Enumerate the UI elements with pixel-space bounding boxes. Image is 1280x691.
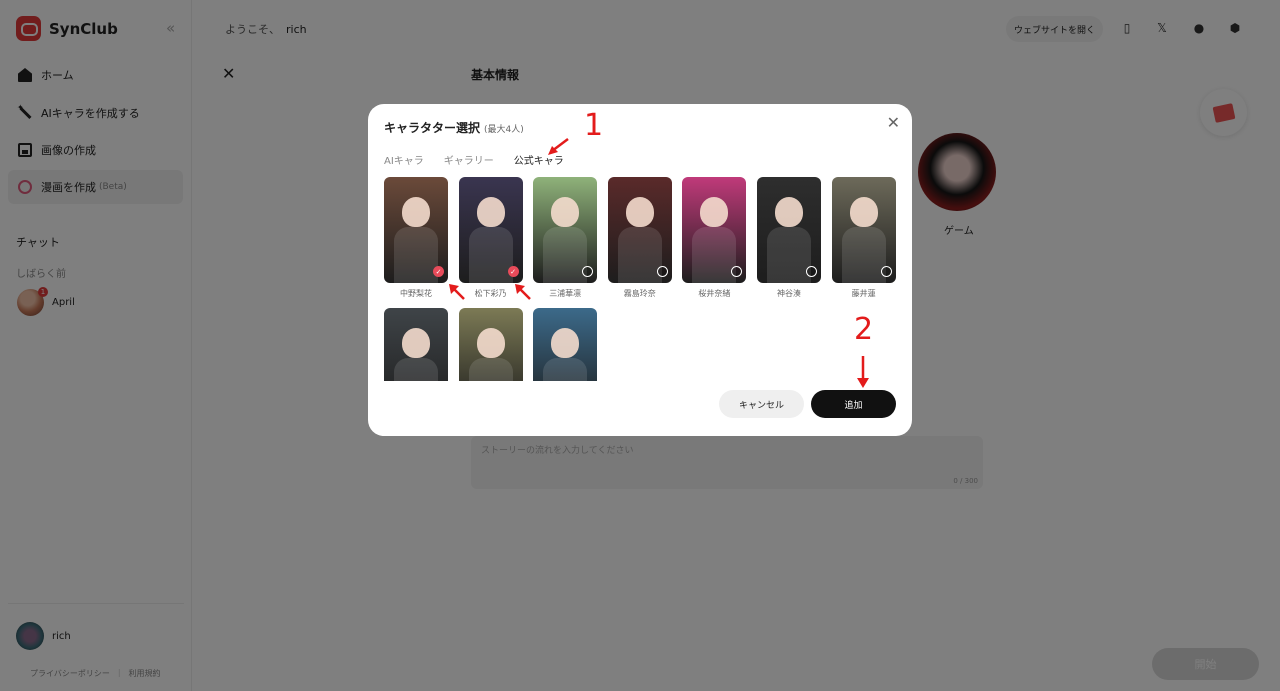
tab-gallery[interactable]: ギャラリー: [444, 152, 494, 167]
character-image: [533, 308, 598, 381]
annotation-arrow-card-1: [449, 284, 465, 300]
character-card[interactable]: 藤井蓮: [831, 177, 896, 299]
close-icon[interactable]: ✕: [887, 113, 900, 132]
character-card[interactable]: 神谷湊: [757, 177, 821, 299]
radio-unchecked-icon[interactable]: [806, 266, 817, 277]
character-name: 神谷湊: [777, 289, 801, 298]
modal-title: キャラタター選択 (最大4人): [384, 119, 524, 136]
character-card[interactable]: [458, 308, 523, 381]
character-card[interactable]: 桜井奈緒: [682, 177, 747, 299]
character-name: 三浦華凛: [549, 289, 582, 298]
character-card[interactable]: ✓ 中野梨花: [384, 177, 448, 299]
character-name: 霧島玲奈: [623, 289, 656, 298]
modal-tabs: AIキャラ ギャラリー 公式キャラ: [384, 152, 564, 167]
checked-icon[interactable]: ✓: [507, 266, 519, 277]
annotation-arrow-card-2: [515, 284, 531, 300]
tab-ai-characters[interactable]: AIキャラ: [384, 152, 424, 167]
radio-unchecked-icon[interactable]: [582, 266, 594, 277]
modal-title-text: キャラタター選択: [384, 121, 481, 135]
annotation-step-2: 2: [854, 312, 874, 347]
character-image: ✓: [458, 177, 523, 283]
character-grid: ✓ 中野梨花 ✓ 松下彩乃三浦華凛 霧島玲奈 桜井奈緒 神谷湊 藤井蓮: [384, 177, 898, 381]
annotation-arrow-add: [857, 356, 869, 388]
modal-limit: (最大4人): [484, 125, 524, 135]
character-image: [458, 308, 523, 381]
radio-unchecked-icon[interactable]: [880, 266, 892, 277]
annotation-step-1: 1: [584, 108, 604, 143]
annotation-arrow-tab: [548, 138, 569, 155]
character-image: [682, 177, 747, 283]
add-button[interactable]: 追加: [811, 390, 896, 418]
character-image: ✓: [384, 177, 448, 283]
character-image: [831, 177, 896, 283]
character-image: [607, 177, 672, 283]
checked-icon[interactable]: ✓: [433, 266, 444, 277]
character-card[interactable]: [384, 308, 448, 381]
radio-unchecked-icon[interactable]: [656, 266, 668, 277]
character-image: [384, 308, 448, 381]
character-name: 桜井奈緒: [698, 289, 731, 298]
character-image: [757, 177, 821, 283]
character-card[interactable]: ✓ 松下彩乃: [458, 177, 523, 299]
character-card[interactable]: 霧島玲奈: [607, 177, 672, 299]
character-select-modal: キャラタター選択 (最大4人) ✕ AIキャラ ギャラリー 公式キャラ ✓ 中野梨花…: [368, 104, 912, 436]
character-card[interactable]: [533, 308, 598, 381]
character-name: 藤井蓮: [851, 289, 876, 298]
character-image: [533, 177, 598, 283]
character-card[interactable]: 三浦華凛: [533, 177, 598, 299]
cancel-button[interactable]: キャンセル: [719, 390, 804, 418]
character-name: 中野梨花: [400, 289, 432, 298]
radio-unchecked-icon[interactable]: [731, 266, 743, 277]
